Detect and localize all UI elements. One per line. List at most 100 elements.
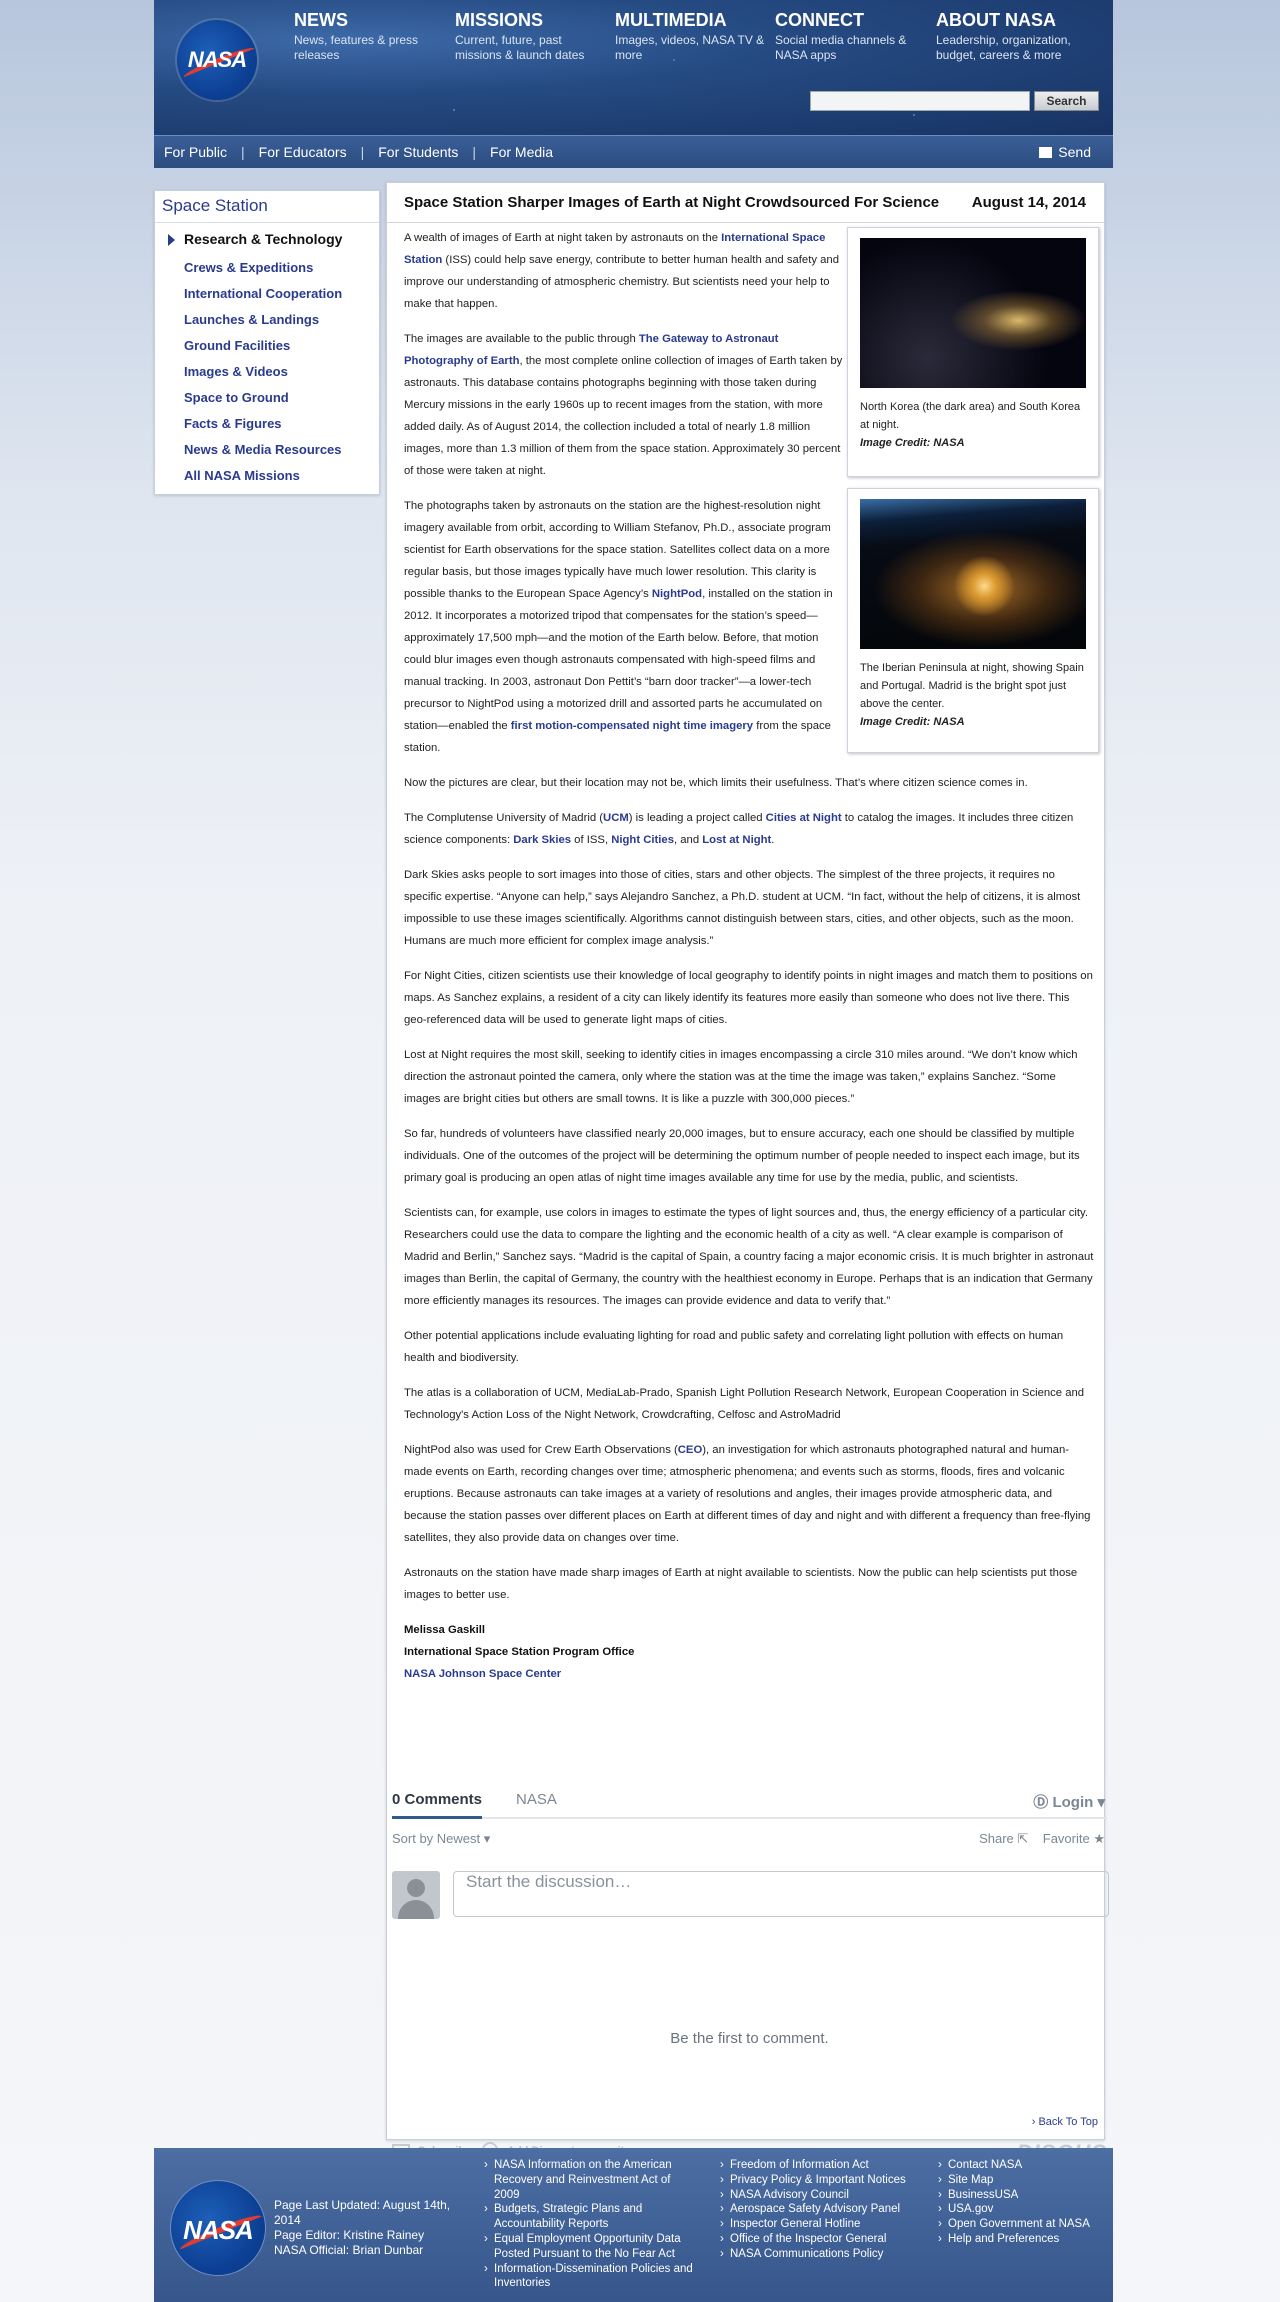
login-menu[interactable]: Ⓓ Login ▾ xyxy=(1033,1791,1105,1812)
nav-about[interactable]: ABOUT NASA Leadership, organization, budg… xyxy=(936,10,1086,63)
footer-nasa-logo[interactable]: NASA xyxy=(170,2180,266,2276)
footer-link[interactable]: NASA Communications Policy xyxy=(720,2247,935,2262)
nav-title[interactable]: NEWS xyxy=(294,10,444,31)
ceo-link[interactable]: CEO xyxy=(678,1444,702,1456)
footer-link[interactable]: NASA Advisory Council xyxy=(720,2188,935,2203)
iberian-peninsula-night-image[interactable] xyxy=(860,499,1086,649)
empty-comments-message: Be the first to comment. xyxy=(670,2030,829,2047)
paragraph: For Night Cities, citizen scientists use… xyxy=(404,970,1093,1026)
sidebar-link-images[interactable]: Images & Videos xyxy=(184,364,288,379)
paragraph: Other potential applications include eva… xyxy=(404,1330,1064,1364)
tab-community[interactable]: NASA xyxy=(516,1791,557,1808)
share-label: Share xyxy=(979,1831,1014,1846)
subnav-separator: | xyxy=(360,144,365,160)
audience-nav: For Public | For Educators | For Student… xyxy=(154,135,1113,168)
nightpod-link[interactable]: NightPod xyxy=(652,588,702,600)
footer-link[interactable]: Aerospace Safety Advisory Panel xyxy=(720,2202,935,2217)
johnson-link[interactable]: NASA Johnson Space Center xyxy=(404,1668,561,1680)
ucm-link[interactable]: UCM xyxy=(603,812,629,824)
footer-link[interactable]: Contact NASA xyxy=(938,2158,1113,2173)
footer-link[interactable]: Freedom of Information Act xyxy=(720,2158,935,2173)
subnav-for-public[interactable]: For Public xyxy=(164,144,227,160)
cities-at-night-link[interactable]: Cities at Night xyxy=(766,812,842,824)
footer-link[interactable]: USA.gov xyxy=(938,2202,1113,2217)
footer-link[interactable]: Office of the Inspector General xyxy=(720,2232,935,2247)
footer-links-col3: Contact NASA Site Map BusinessUSA USA.go… xyxy=(938,2158,1113,2247)
sidebar-item: News & Media Resources xyxy=(155,437,379,463)
send-button[interactable]: Send xyxy=(1039,144,1091,160)
sidebar-link-ground[interactable]: Ground Facilities xyxy=(184,338,290,353)
paragraph: So far, hundreds of volunteers have clas… xyxy=(404,1128,1080,1184)
figure-credit: Image Credit: NASA xyxy=(860,437,965,449)
sidebar-item: Launches & Landings xyxy=(155,307,379,333)
north-korea-night-image[interactable] xyxy=(860,238,1086,388)
sidebar-link-crews[interactable]: Crews & Expeditions xyxy=(184,260,313,275)
share-icon: ⇱ xyxy=(1013,1831,1029,1846)
paragraph: A wealth of images of Earth at night tak… xyxy=(404,227,846,315)
sort-dropdown[interactable]: Sort by Newest ▾ xyxy=(392,1831,490,1847)
tab-comments-count[interactable]: 0 Comments xyxy=(392,1791,483,1819)
nav-news[interactable]: NEWS News, features & press releases xyxy=(294,10,444,63)
sidebar-current-item[interactable]: Research & Technology xyxy=(155,223,379,255)
footer-link[interactable]: Inspector General Hotline xyxy=(720,2217,935,2232)
footer-link[interactable]: Information-Dissemination Policies and I… xyxy=(484,2262,699,2292)
paragraph: The images are available to the public t… xyxy=(404,328,846,482)
text: A wealth of images of Earth at night tak… xyxy=(404,232,722,244)
nav-title[interactable]: MULTIMEDIA xyxy=(615,10,765,31)
footer-link[interactable]: Help and Preferences xyxy=(938,2232,1113,2247)
figure-credit: Image Credit: NASA xyxy=(860,716,965,728)
night-cities-link[interactable]: Night Cities xyxy=(611,834,674,846)
subnav-for-students[interactable]: For Students xyxy=(378,144,458,160)
nasa-logo[interactable]: NASA xyxy=(177,20,257,100)
sidebar-link-all-missions[interactable]: All NASA Missions xyxy=(184,468,300,483)
dark-skies-link[interactable]: Dark Skies xyxy=(513,834,571,846)
comment-input[interactable]: Start the discussion… xyxy=(453,1871,1109,1917)
disqus-d-icon: Ⓓ xyxy=(1033,1794,1053,1811)
footer-link[interactable]: Privacy Policy & Important Notices xyxy=(720,2173,935,2188)
site-footer: NASA Page Last Updated: August 14th, 201… xyxy=(154,2148,1113,2302)
nav-missions[interactable]: MISSIONS Current, future, past missions &… xyxy=(455,10,605,63)
search-button[interactable]: Search xyxy=(1034,91,1099,111)
text: of ISS, xyxy=(571,834,612,846)
text: , the most complete online collection of… xyxy=(404,355,843,477)
subnav-for-educators[interactable]: For Educators xyxy=(259,144,347,160)
footer-link[interactable]: Equal Employment Opportunity Data Posted… xyxy=(484,2232,699,2262)
favorite-button[interactable]: Favorite ★ xyxy=(1043,1831,1105,1846)
nav-connect[interactable]: CONNECT Social media channels & NASA apps xyxy=(775,10,925,63)
nav-title[interactable]: ABOUT NASA xyxy=(936,10,1086,31)
last-updated: Page Last Updated: August 14th, 2014 xyxy=(274,2198,451,2227)
sidebar-link-facts[interactable]: Facts & Figures xyxy=(184,416,282,431)
sidebar-title[interactable]: Space Station xyxy=(155,191,379,223)
chevron-down-icon: ▾ xyxy=(1093,1794,1105,1811)
footer-link[interactable]: Open Government at NASA xyxy=(938,2217,1113,2232)
sidebar-item: All NASA Missions xyxy=(155,463,379,489)
footer-link[interactable]: Site Map xyxy=(938,2173,1113,2188)
sidebar-link-cooperation[interactable]: International Cooperation xyxy=(184,286,342,301)
footer-link[interactable]: NASA Information on the American Recover… xyxy=(484,2158,699,2202)
lost-at-night-link[interactable]: Lost at Night xyxy=(702,834,771,846)
nav-multimedia[interactable]: MULTIMEDIA Images, videos, NASA TV & more xyxy=(615,10,765,63)
footer-link[interactable]: Budgets, Strategic Plans and Accountabil… xyxy=(484,2202,699,2232)
text: The images are available to the public t… xyxy=(404,333,639,345)
motion-compensated-link[interactable]: first motion-compensated night time imag… xyxy=(511,720,753,732)
back-to-top-link[interactable]: › Back To Top xyxy=(1032,2116,1098,2128)
paragraph: NightPod also was used for Crew Earth Ob… xyxy=(404,1439,1094,1549)
search-input[interactable] xyxy=(810,91,1030,111)
nav-title[interactable]: MISSIONS xyxy=(455,10,605,31)
nav-desc: Images, videos, NASA TV & more xyxy=(615,33,765,62)
text: , installed on the station in 2012. It i… xyxy=(404,588,833,732)
subnav-for-media[interactable]: For Media xyxy=(490,144,553,160)
envelope-icon xyxy=(1039,147,1053,158)
nav-title[interactable]: CONNECT xyxy=(775,10,925,31)
author-office: International Space Station Program Offi… xyxy=(404,1646,635,1658)
sidebar-link-launches[interactable]: Launches & Landings xyxy=(184,312,319,327)
text: ) is leading a project called xyxy=(628,812,766,824)
sidebar-link-space-to-ground[interactable]: Space to Ground xyxy=(184,390,289,405)
article-title: Space Station Sharper Images of Earth at… xyxy=(404,194,940,211)
footer-link[interactable]: BusinessUSA xyxy=(938,2188,1113,2203)
sidebar-link-news[interactable]: News & Media Resources xyxy=(184,442,342,457)
nav-desc: Current, future, past missions & launch … xyxy=(455,33,585,62)
text: . xyxy=(771,834,775,846)
logo-text: NASA xyxy=(183,2215,254,2245)
share-button[interactable]: Share ⇱ xyxy=(979,1831,1028,1846)
